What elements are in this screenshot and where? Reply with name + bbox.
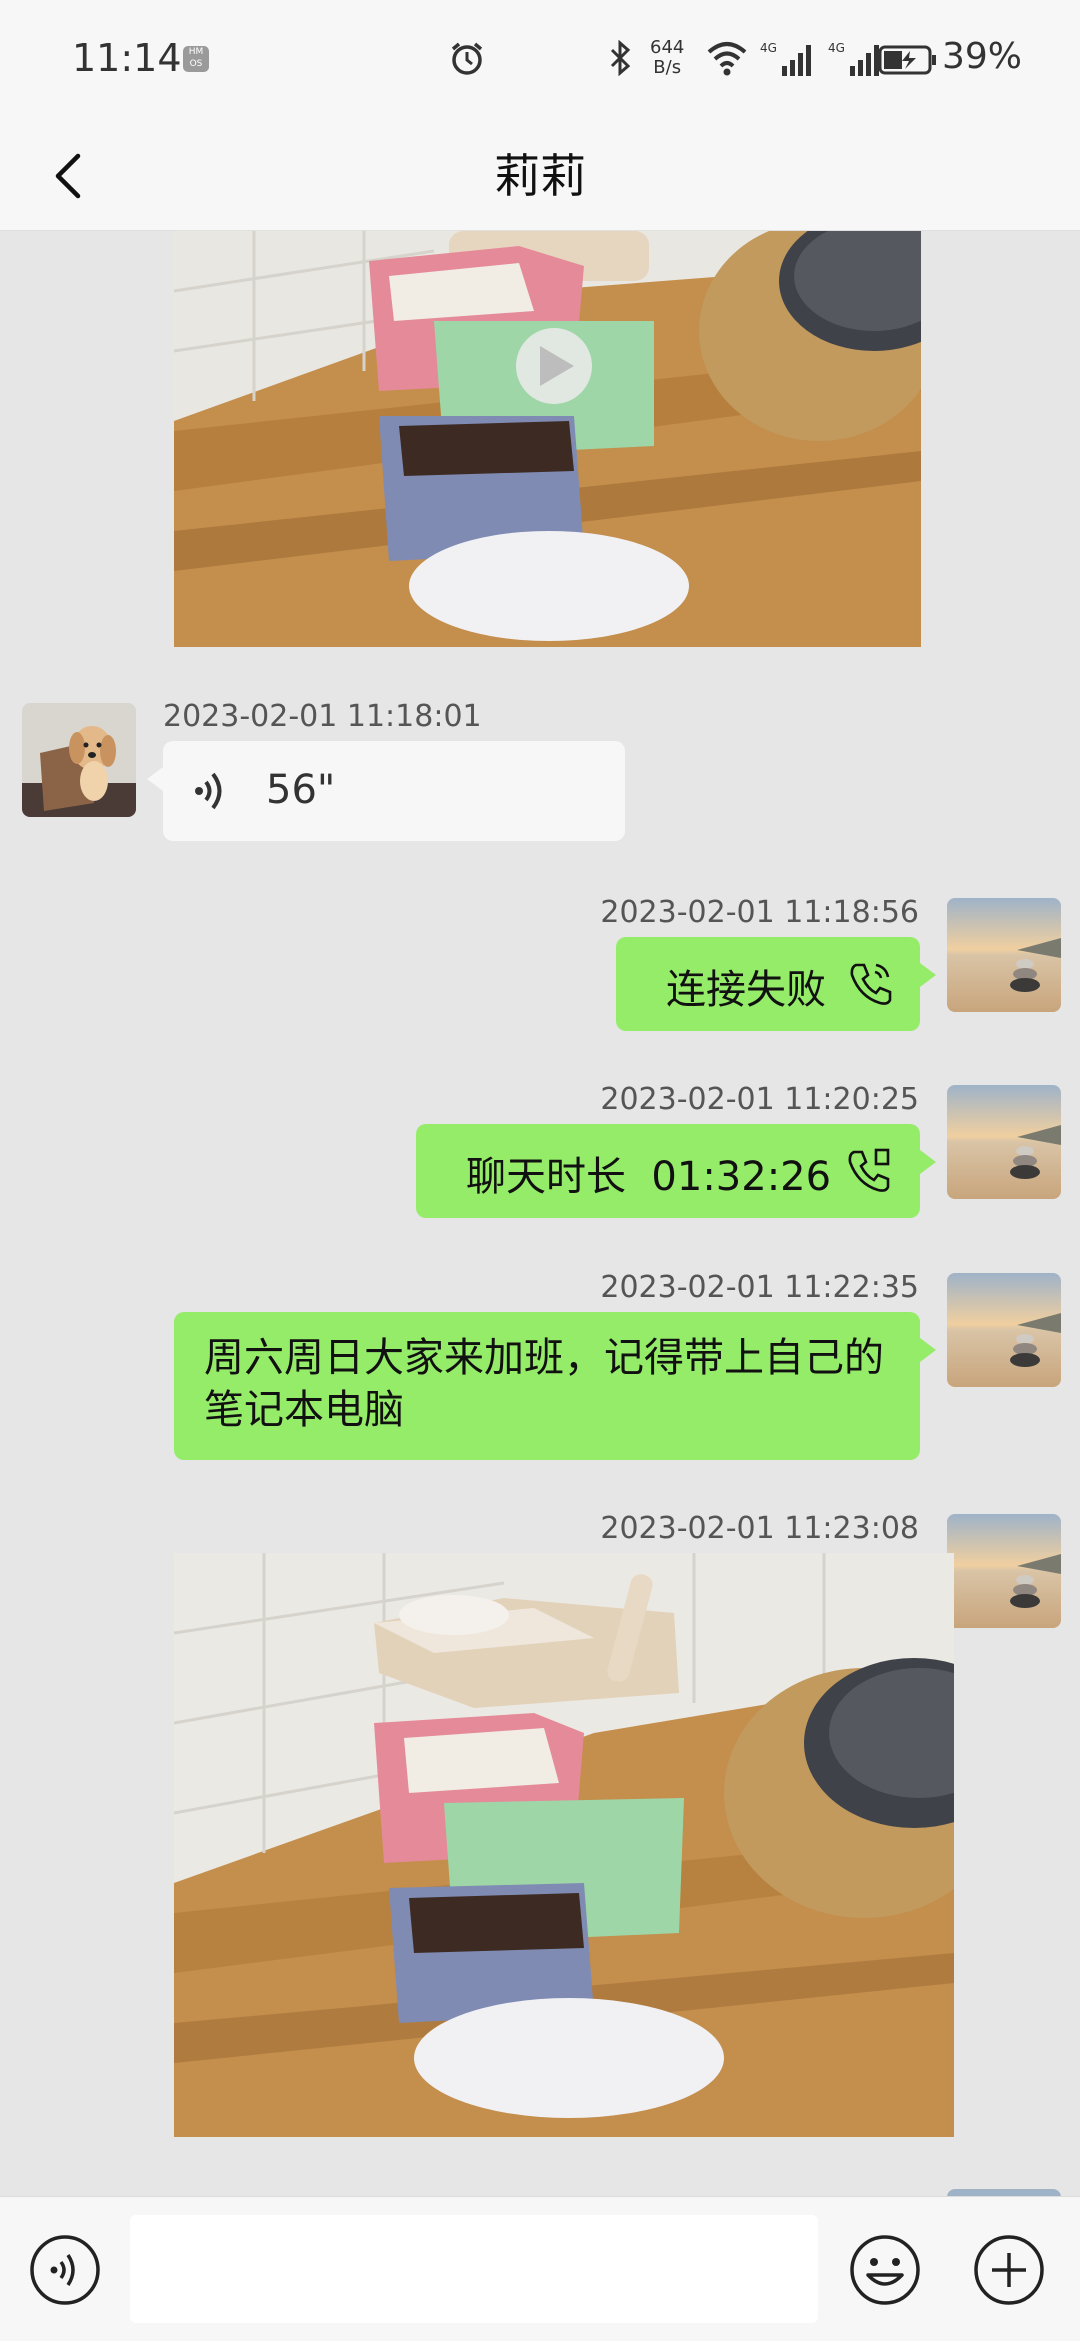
smile-icon [850, 2235, 920, 2305]
plus-icon [974, 2235, 1044, 2305]
video-thumbnail [174, 231, 921, 647]
my-avatar[interactable] [947, 1085, 1061, 1199]
message-timestamp: 2023-02-01 11:22:35 [600, 1270, 919, 1305]
phone-icon [848, 959, 894, 1017]
text-message-bubble[interactable]: 周六周日大家来加班，记得带上自己的笔记本电脑 [174, 1312, 936, 1460]
network-speed: 644 B/s [650, 38, 684, 78]
voice-message-bubble[interactable]: 56" [147, 741, 625, 841]
hmos-badge: HM OS [183, 46, 209, 72]
wifi-icon [706, 40, 748, 80]
call-status-text: 连接失败 [666, 967, 826, 1013]
image-message[interactable] [174, 1553, 954, 2137]
message-timestamp: 2023-02-01 11:20:25 [600, 1082, 919, 1117]
phone-end-icon [846, 1146, 892, 1204]
video-message[interactable] [174, 231, 921, 647]
text-message-content: 周六周日大家来加班，记得带上自己的笔记本电脑 [204, 1335, 884, 1433]
call-duration-bubble[interactable]: 聊天时长 01:32:26 [416, 1124, 936, 1218]
voice-icon [30, 2235, 100, 2305]
call-duration-text: 聊天时长 01:32:26 [466, 1154, 832, 1200]
network-speed-value: 644 [650, 37, 685, 58]
emoji-button[interactable] [848, 2233, 922, 2311]
message-timestamp: 2023-02-01 11:18:56 [600, 895, 919, 930]
my-avatar[interactable] [947, 1514, 1061, 1628]
status-bar: 11:14 HM OS 644 B/s 4G 4G 39% [0, 0, 1080, 120]
sim2-label: 4G [828, 41, 845, 55]
input-bar [0, 2196, 1080, 2341]
voice-wave-icon [193, 769, 227, 823]
image-thumbnail [174, 1553, 954, 2137]
message-timestamp: 2023-02-01 11:23:08 [600, 1511, 919, 1546]
chat-header: 莉莉 [0, 120, 1080, 231]
status-time: 11:14 [72, 36, 182, 80]
voice-input-button[interactable] [28, 2233, 102, 2311]
call-failed-bubble[interactable]: 连接失败 [616, 937, 936, 1031]
bluetooth-icon [608, 39, 632, 80]
signal-sim1-icon: 4G [760, 40, 820, 82]
my-avatar[interactable] [947, 2189, 1061, 2196]
message-timestamp: 2023-02-01 11:18:01 [163, 699, 482, 734]
message-input[interactable] [130, 2215, 818, 2323]
network-speed-unit: B/s [653, 57, 682, 78]
voice-duration: 56" [266, 767, 336, 813]
battery-icon [878, 44, 938, 80]
my-avatar[interactable] [947, 898, 1061, 1012]
contact-avatar[interactable] [22, 703, 136, 817]
message-list[interactable]: 2023-02-01 11:18:01 56" 2023-02-01 11:18… [0, 231, 1080, 2196]
more-button[interactable] [972, 2233, 1046, 2311]
my-avatar[interactable] [947, 1273, 1061, 1387]
battery-percent: 39% [942, 36, 1023, 77]
sim1-label: 4G [760, 41, 777, 55]
alarm-icon [448, 40, 486, 82]
chat-title: 莉莉 [494, 149, 586, 203]
